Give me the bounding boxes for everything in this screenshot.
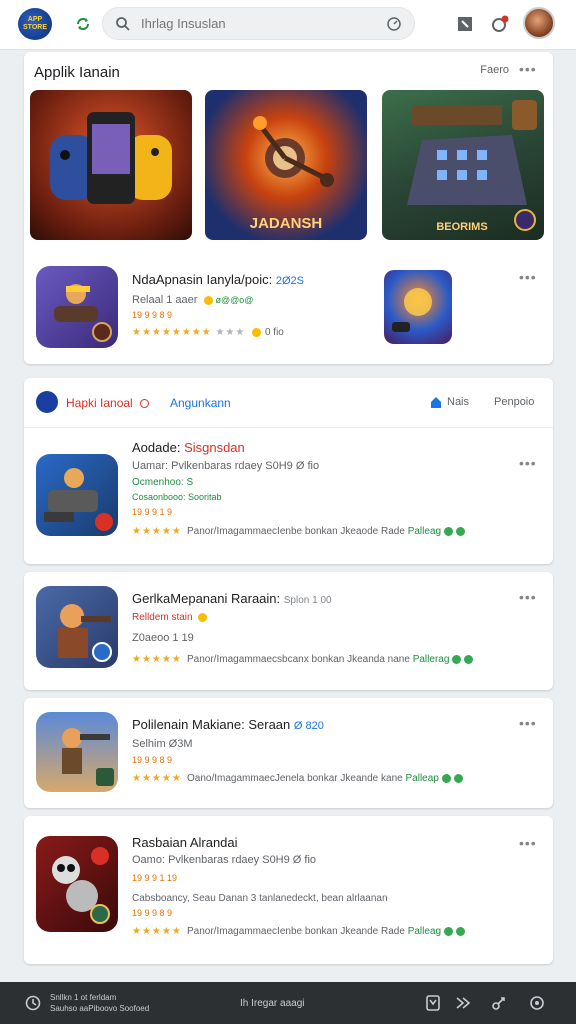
app-title-3[interactable]: Polilenain Makiane: Seraan Ø 820 — [132, 717, 324, 732]
app-title-4[interactable]: Rasbaian Alrandai — [132, 835, 238, 850]
top-app-year: 2Ø2S — [275, 275, 304, 287]
app-desc-1: Panor/ImagammaecIenbe bonkan Jkeaode Rad… — [187, 526, 466, 537]
list-header-label[interactable]: Hapki Ianoal — [66, 396, 150, 410]
app-list-card-3: Polilenain Makiane: Seraan Ø 820 Selhim … — [24, 698, 553, 808]
search-icon — [116, 17, 130, 31]
top-app-rating: ★★★★★★★★ ★★★ 0 fio — [132, 327, 284, 338]
app-line1-2: Relldem stain — [132, 612, 208, 623]
voice-search-icon[interactable] — [386, 16, 402, 32]
banner-spinner[interactable]: JADANSH — [205, 90, 367, 240]
app-icon-1[interactable] — [36, 454, 118, 536]
banner-controller-phone[interactable] — [30, 90, 192, 240]
board-game-image: BEORIMS — [407, 100, 537, 233]
top-app-tag: 19 9 9 8 9 — [132, 310, 173, 320]
section-title: Applik Ianain — [34, 64, 120, 81]
app-line2-4: 19 9 9 1 19 — [132, 873, 178, 883]
top-app-more-icon[interactable]: ••• — [519, 270, 537, 284]
top-bar: APP STORE — [0, 0, 576, 50]
banner-board-game[interactable]: BEORIMS — [382, 90, 544, 240]
app-icon-4[interactable] — [36, 836, 118, 932]
bookmark-icon[interactable] — [424, 994, 442, 1012]
app-line3-1: Cosaonbooo: Sooritab — [132, 492, 222, 502]
refresh-icon[interactable] — [74, 15, 92, 33]
more-options-icon[interactable]: ••• — [519, 62, 537, 76]
app-icon-2[interactable] — [36, 586, 118, 668]
home-icon[interactable] — [429, 395, 443, 409]
notifications-icon[interactable] — [490, 14, 510, 34]
app-list-card-2: GerlkaMepanani Raraain: Splon 1 00 Relld… — [24, 572, 553, 690]
app-art-3 — [62, 728, 114, 786]
avatar[interactable] — [523, 7, 555, 39]
list-header-tab[interactable]: Angunkann — [170, 396, 231, 410]
app-line2-2: Z0aeoo 1 19 — [132, 632, 194, 644]
app-line4-1: 19 9 9 1 9 — [132, 507, 173, 517]
banner-caption: JADANSH — [250, 215, 323, 232]
top-app-title[interactable]: NdaApnasin Ianyla/poic: 2Ø2S — [132, 272, 304, 287]
app-title-1[interactable]: Aodade: Sisgnsdan — [132, 440, 245, 455]
logo-text: APP STORE — [23, 16, 47, 31]
share-icon[interactable] — [490, 994, 508, 1012]
secondary-app-art — [392, 288, 432, 332]
app-line2-1: Ocmenhoo: S — [132, 477, 194, 488]
app-rating-1: ★★★★★ — [132, 526, 182, 537]
search-bar[interactable] — [102, 7, 415, 40]
top-app-art — [54, 284, 112, 342]
forward-icon[interactable] — [454, 994, 472, 1012]
history-icon[interactable] — [24, 994, 42, 1012]
app-title-2[interactable]: GerlkaMepanani Raraain: Splon 1 00 — [132, 591, 332, 606]
app-desc-3: Oano/ImagammaecJenela bonkar Jkeande kan… — [187, 773, 463, 784]
app-line1-3: Selhim Ø3M — [132, 738, 193, 750]
app-more-icon-1[interactable]: ••• — [519, 456, 537, 470]
app-more-icon-4[interactable]: ••• — [519, 836, 537, 850]
app-line3-4: Cabsboancy, Seau Danan 3 tanlanedeckt, b… — [132, 893, 388, 904]
top-app-badge: ø@@o@ — [215, 295, 254, 305]
bottom-status-line1: Snllkn 1 ot ferldam — [50, 993, 117, 1002]
app-art-1 — [44, 468, 113, 531]
home-link[interactable]: Nais — [447, 396, 469, 408]
app-rating-4: ★★★★★ — [132, 926, 182, 937]
app-icon-3[interactable] — [36, 712, 118, 792]
list-header: Hapki Ianoal Angunkann Nais Penpoio — [24, 378, 553, 428]
app-meta-1: Uamar: Pvlkenbaras rdaey S0H9 Ø fio — [132, 460, 320, 472]
banner-caption: BEORIMS — [436, 221, 487, 233]
app-more-icon-3[interactable]: ••• — [519, 716, 537, 730]
controller-phone-image — [50, 112, 172, 204]
app-line2-3: 19 9 9 8 9 — [132, 755, 173, 765]
app-line1-4: Oamo: Pvlkenbaras rdaey S0H9 Ø fio — [132, 854, 317, 866]
list-header-icon — [36, 391, 58, 413]
app-desc-2: Panor/Imagammaecsbcanx bonkan Jkeanda na… — [187, 654, 474, 665]
app-art-2 — [58, 604, 112, 662]
app-more-icon-2[interactable]: ••• — [519, 590, 537, 604]
app-desc-4: Panor/ImagammaecIenbe bonkan Jkeande Rad… — [187, 926, 466, 937]
bottom-bar: Snllkn 1 ot ferldam Sauhso aaPiboovo Soo… — [0, 982, 576, 1024]
app-logo[interactable]: APP STORE — [18, 8, 52, 40]
bottom-status-line2: Sauhso aaPiboovo Soofoed — [50, 1004, 150, 1013]
see-more-link[interactable]: Faero — [480, 64, 509, 76]
settings-icon[interactable] — [528, 994, 546, 1012]
app-rating-3: ★★★★★ — [132, 773, 182, 784]
app-list-card-4: Rasbaian Alrandai Oamo: Pvlkenbaras rdae… — [24, 816, 553, 964]
secondary-app-icon[interactable] — [384, 270, 452, 344]
app-rating-2: ★★★★★ — [132, 654, 182, 665]
featured-section: Applik Ianain Faero ••• JADANSH BEORIMS — [24, 52, 553, 364]
app-line4-4: 19 9 9 8 9 — [132, 908, 173, 918]
top-app-icon[interactable] — [36, 266, 118, 348]
top-app-subtitle: Relaal 1 aaer ø@@o@ — [132, 294, 254, 306]
app-art-4 — [52, 847, 110, 924]
bottom-center-label[interactable]: Ih Iregar aaagi — [240, 998, 305, 1009]
list-header-link[interactable]: Penpoio — [494, 396, 534, 408]
store-icon[interactable] — [455, 14, 475, 34]
app-list-card-1: Hapki Ianoal Angunkann Nais Penpoio Aoda… — [24, 378, 553, 564]
search-input[interactable] — [141, 8, 371, 39]
spinner-image: JADANSH — [250, 116, 334, 232]
